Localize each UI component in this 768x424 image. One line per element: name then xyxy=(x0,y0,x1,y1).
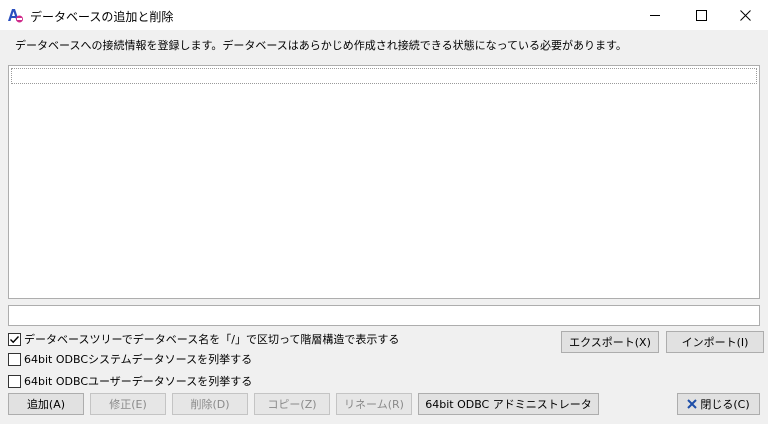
add-button[interactable]: 追加(A) xyxy=(8,393,84,415)
checkmark-icon xyxy=(10,335,20,343)
user-dsn-label: 64bit ODBCユーザーデータソースを列挙する xyxy=(24,375,253,388)
database-list[interactable] xyxy=(8,65,760,299)
maximize-button[interactable] xyxy=(678,0,724,30)
window-title: データベースの追加と削除 xyxy=(30,10,174,24)
delete-button[interactable]: 削除(D) xyxy=(172,393,248,415)
close-x-icon xyxy=(687,399,698,409)
description-text: データベースへの接続情報を登録します。データベースはあらかじめ作成され接続できる… xyxy=(15,39,627,52)
import-button[interactable]: インポート(I) xyxy=(666,331,764,353)
system-dsn-option[interactable]: 64bit ODBCシステムデータソースを列挙する xyxy=(8,351,252,367)
tree-view-option[interactable]: データベースツリーでデータベース名を「/」で区切って階層構造で表示する xyxy=(8,331,399,347)
title-bar: データベースの追加と削除 xyxy=(0,0,768,30)
close-window-button[interactable] xyxy=(722,0,768,30)
user-dsn-checkbox[interactable] xyxy=(8,374,21,388)
export-button[interactable]: エクスポート(X) xyxy=(561,331,659,353)
minimize-icon xyxy=(649,14,660,16)
database-path-field[interactable] xyxy=(8,305,760,326)
close-button-label: 閉じる(C) xyxy=(700,398,750,411)
app-icon xyxy=(6,6,24,24)
odbc-administrator-button[interactable]: 64bit ODBC アドミニストレータ xyxy=(418,393,599,415)
copy-button[interactable]: コピー(Z) xyxy=(254,393,330,415)
list-item[interactable] xyxy=(11,68,757,84)
minimize-button[interactable] xyxy=(632,0,678,30)
close-icon xyxy=(739,9,751,21)
rename-button[interactable]: リネーム(R) xyxy=(336,393,412,415)
system-dsn-label: 64bit ODBCシステムデータソースを列挙する xyxy=(24,353,253,366)
tree-view-label: データベースツリーでデータベース名を「/」で区切って階層構造で表示する xyxy=(24,333,400,346)
close-button[interactable]: 閉じる(C) xyxy=(677,393,760,415)
user-dsn-option[interactable]: 64bit ODBCユーザーデータソースを列挙する xyxy=(8,373,252,389)
maximize-icon xyxy=(695,9,707,21)
edit-button[interactable]: 修正(E) xyxy=(90,393,166,415)
tree-view-checkbox[interactable] xyxy=(8,332,21,346)
system-dsn-checkbox[interactable] xyxy=(8,352,21,366)
